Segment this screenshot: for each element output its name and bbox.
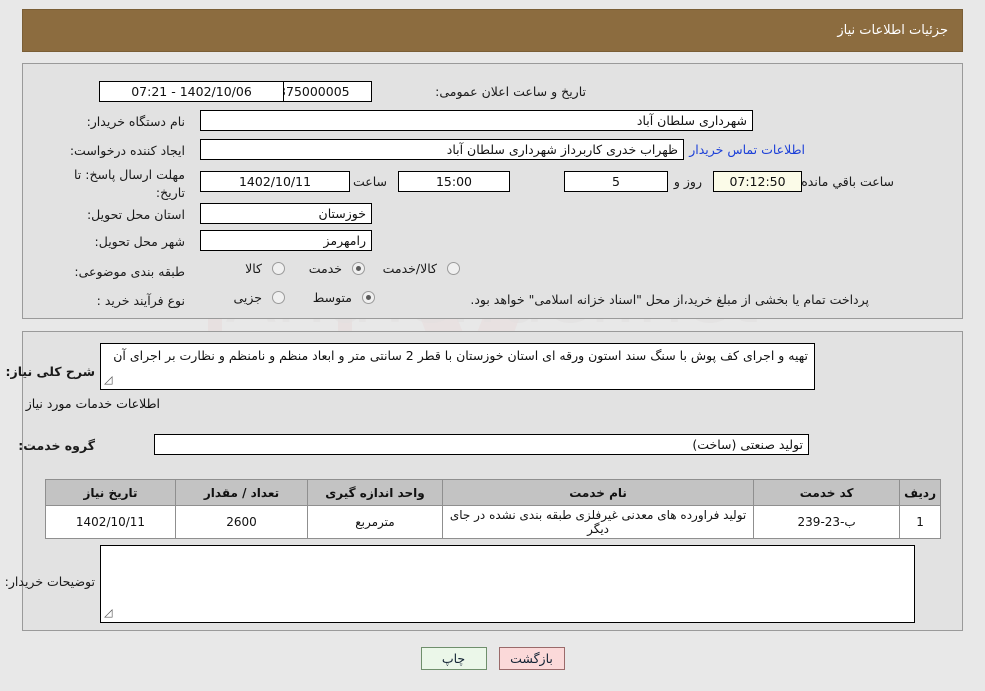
need-desc-text: تهیه و اجرای کف پوش با سنگ سند استون ورق… bbox=[113, 348, 808, 363]
page-header: جزئیات اطلاعات نیاز bbox=[22, 9, 963, 52]
col-code: کد خدمت bbox=[753, 479, 901, 506]
back-button[interactable]: بازگشت bbox=[498, 647, 565, 670]
table-row[interactable]: 1 ب-23-239 تولید فراورده های معدنی غیرفل… bbox=[45, 505, 941, 539]
col-unit: واحد اندازه گیری bbox=[307, 479, 443, 506]
buyer-org-label: نام دستگاه خریدار: bbox=[86, 114, 185, 129]
col-qty: تعداد / مقدار bbox=[175, 479, 308, 506]
col-date: تاریخ نیاز bbox=[45, 479, 176, 506]
countdown-label: ساعت باقي مانده bbox=[801, 174, 894, 189]
buyer-org-field[interactable]: شهرداری سلطان آباد bbox=[200, 110, 753, 131]
remaining-days-field[interactable]: 5 bbox=[564, 171, 668, 192]
resize-grip-icon-2[interactable]: ◺ bbox=[104, 605, 112, 622]
process-option-label-0: جزیی bbox=[233, 290, 262, 305]
city-label: شهر محل تحویل: bbox=[94, 234, 185, 249]
deadline-time-field[interactable]: 15:00 bbox=[398, 171, 510, 192]
cell-qty: 2600 bbox=[175, 505, 308, 539]
radio-icon-kala[interactable] bbox=[272, 262, 285, 275]
process-option-label-1: متوسط bbox=[312, 290, 352, 305]
process-radio-motevaset[interactable]: متوسط bbox=[301, 290, 375, 305]
category-radio-kala[interactable]: کالا bbox=[233, 261, 285, 276]
process-radio-jozei[interactable]: جزیی bbox=[221, 290, 285, 305]
action-buttons: بازگشت چاپ bbox=[0, 647, 985, 670]
cell-unit: مترمربع bbox=[307, 505, 443, 539]
creator-label: ایجاد کننده درخواست: bbox=[69, 143, 185, 158]
radio-icon-jozei[interactable] bbox=[272, 291, 285, 304]
service-group-field[interactable]: تولید صنعتی (ساخت) bbox=[154, 434, 809, 455]
category-label: طبقه بندی موضوعی: bbox=[74, 264, 185, 279]
creator-field[interactable]: ظهراب خدری کاربرداز شهرداری سلطان آباد bbox=[200, 139, 684, 160]
col-index: ردیف bbox=[899, 479, 941, 506]
need-desc-label: شرح کلی نیاز: bbox=[5, 364, 95, 379]
days-label: روز و bbox=[673, 174, 702, 189]
announce-label: تاریخ و ساعت اعلان عمومی: bbox=[435, 84, 586, 99]
cell-date: 1402/10/11 bbox=[45, 505, 176, 539]
cell-name: تولید فراورده های معدنی غیرفلزی طبقه بند… bbox=[441, 505, 755, 539]
services-table: ردیف کد خدمت نام خدمت واحد اندازه گیری ت… bbox=[45, 479, 941, 539]
radio-icon-kala-khedmat[interactable] bbox=[447, 262, 460, 275]
print-button[interactable]: چاپ bbox=[420, 647, 487, 670]
cell-code: ب-23-239 bbox=[753, 505, 901, 539]
category-option-label-0: کالا bbox=[245, 261, 262, 276]
cell-index: 1 bbox=[899, 505, 941, 539]
process-label: نوع فرآیند خرید : bbox=[96, 293, 185, 308]
category-radio-khedmat[interactable]: خدمت bbox=[297, 261, 365, 276]
buyer-contact-link[interactable]: اطلاعات تماس خریدار bbox=[689, 142, 805, 157]
deadline-label: مهلت ارسال پاسخ: تا تاریخ: bbox=[74, 167, 185, 201]
city-field[interactable]: رامهرمز bbox=[200, 230, 372, 251]
service-group-label: گروه خدمت: bbox=[18, 438, 95, 453]
page-title: جزئیات اطلاعات نیاز bbox=[837, 23, 948, 38]
col-name: نام خدمت bbox=[441, 479, 755, 506]
countdown-field: 07:12:50 bbox=[713, 171, 802, 192]
deadline-date-field[interactable]: 1402/10/11 bbox=[200, 171, 350, 192]
services-info-title: اطلاعات خدمات مورد نیاز bbox=[25, 396, 160, 411]
announce-datetime-field[interactable]: 1402/10/06 - 07:21 bbox=[99, 81, 284, 102]
buyer-notes-label: توضیحات خریدار: bbox=[4, 574, 95, 589]
page-root: AriaTender.net جزئیات اطلاعات نیاز شماره… bbox=[0, 0, 985, 691]
table-header-row: ردیف کد خدمت نام خدمت واحد اندازه گیری ت… bbox=[45, 479, 941, 506]
category-option-label-1: خدمت bbox=[308, 261, 342, 276]
province-field[interactable]: خوزستان bbox=[200, 203, 372, 224]
category-radio-kala-khedmat[interactable]: کالا/خدمت bbox=[371, 261, 460, 276]
province-label: استان محل تحویل: bbox=[86, 207, 185, 222]
category-option-label-2: کالا/خدمت bbox=[382, 261, 437, 276]
buyer-notes-textarea[interactable]: ◺ bbox=[100, 545, 915, 623]
hour-label: ساعت bbox=[352, 174, 387, 189]
radio-icon-motevaset[interactable] bbox=[362, 291, 375, 304]
need-desc-textarea[interactable]: تهیه و اجرای کف پوش با سنگ سند استون ورق… bbox=[100, 343, 815, 390]
resize-grip-icon[interactable]: ◺ bbox=[104, 372, 112, 389]
radio-icon-khedmat[interactable] bbox=[352, 262, 365, 275]
payment-note: پرداخت تمام یا بخشی از مبلغ خرید،از محل … bbox=[470, 292, 869, 307]
